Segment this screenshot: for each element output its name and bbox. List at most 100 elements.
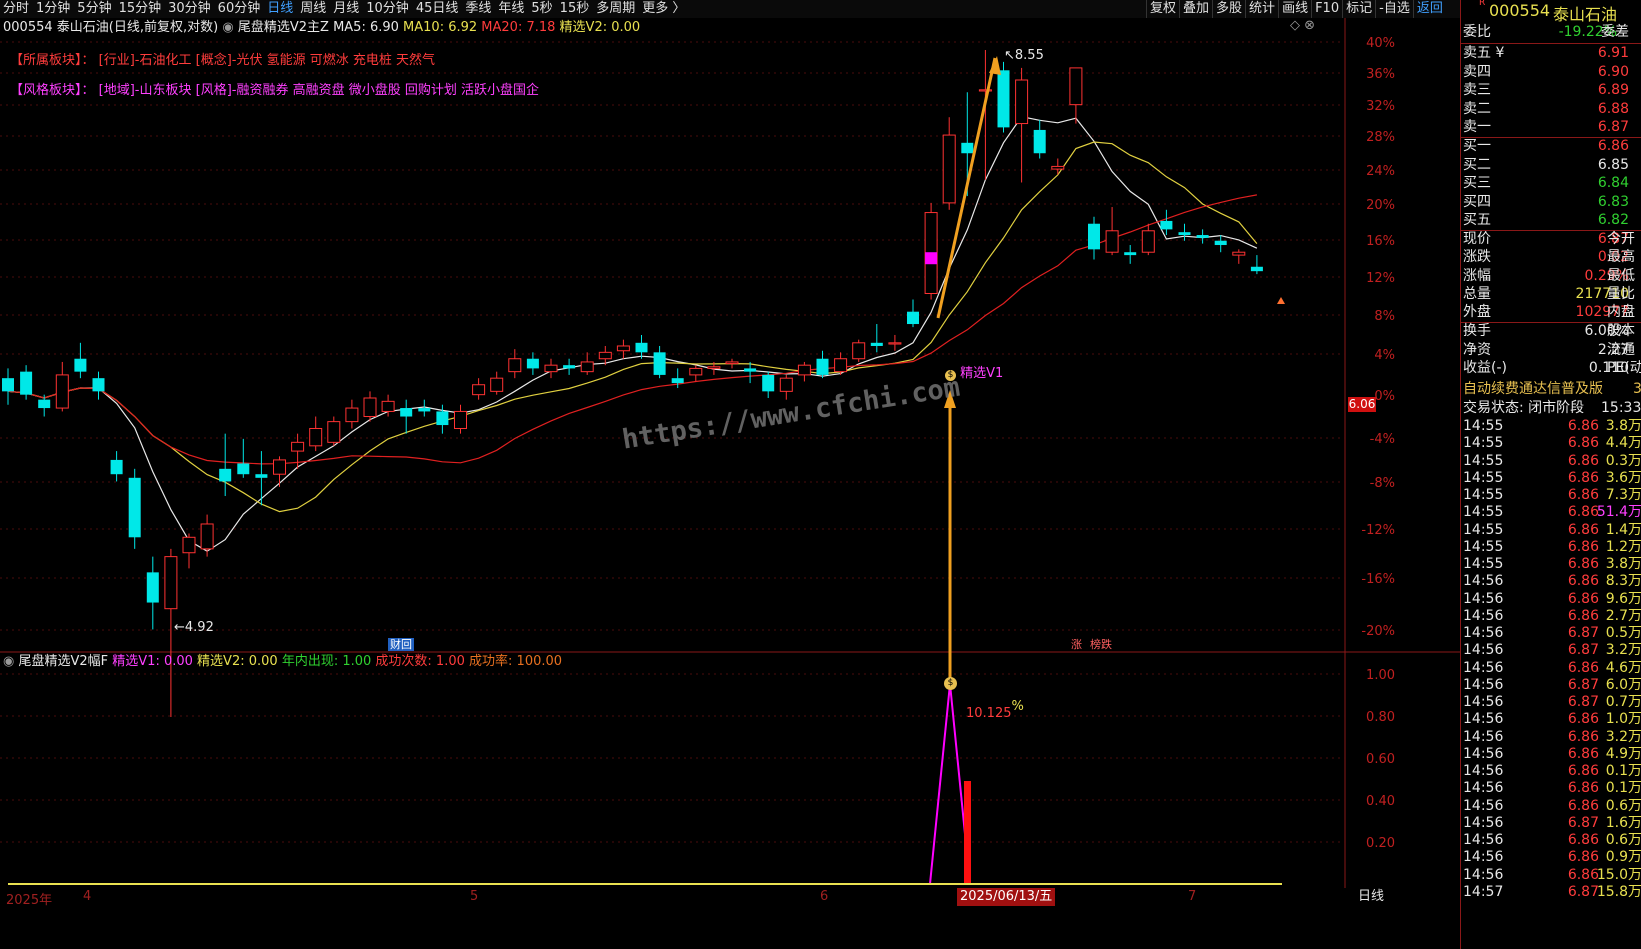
- tick-volume: 4.9万: [1605, 745, 1641, 762]
- candles: [2, 50, 1263, 718]
- tick-time: 14:55: [1463, 469, 1504, 486]
- candle-body: [436, 411, 449, 426]
- sector-text[interactable]: [行业]-石油化工 [概念]-光伏 氢能源 可燃冰 充电桩 天然气: [99, 53, 435, 68]
- tick-volume: 7.3万: [1605, 487, 1641, 503]
- toolbar-button[interactable]: 叠加: [1179, 0, 1212, 18]
- ma-lines: [7, 116, 1258, 552]
- tick-price: 6.86: [1567, 780, 1599, 797]
- candle-body: [1141, 230, 1155, 253]
- tick-volume: 4.6万: [1605, 659, 1641, 676]
- buy-label: 买二: [1463, 156, 1491, 173]
- tick-row: 14:56 6.86 0.9万: [1461, 849, 1641, 867]
- ma10-line: [7, 141, 1258, 513]
- candle: [2, 368, 14, 405]
- period-tab[interactable]: 15分钟: [116, 0, 166, 18]
- banner[interactable]: 自动续费通达信普及版 3: [1461, 380, 1641, 399]
- tick-time: 14:56: [1463, 642, 1504, 659]
- period-tab[interactable]: 5秒: [528, 0, 556, 18]
- tick-row: 14:55 6.86 51.4万: [1461, 504, 1641, 522]
- rank-tag[interactable]: 榜跌: [1090, 638, 1112, 651]
- candle-body: [563, 365, 576, 369]
- toolbar-button[interactable]: 复权: [1146, 0, 1179, 18]
- candle-body: [598, 351, 612, 360]
- candle-body: [110, 459, 123, 475]
- period-tab[interactable]: 15秒: [557, 0, 594, 18]
- period-tab[interactable]: 60分钟: [215, 0, 265, 18]
- period-tab[interactable]: 月线: [330, 0, 363, 18]
- tick-price: 6.86: [1567, 538, 1599, 555]
- period-tab[interactable]: 多周期: [593, 0, 639, 18]
- toolbar-button[interactable]: F10: [1311, 0, 1342, 18]
- candle-body: [526, 358, 539, 369]
- pct-label: 10.125%: [966, 699, 1024, 721]
- indicator-name[interactable]: 尾盘精选V2主Z: [238, 20, 329, 35]
- period-tab[interactable]: 45日线: [413, 0, 463, 18]
- weibi-row: 委比 -19.22% 委差: [1463, 24, 1629, 40]
- tick-price: 6.86: [1567, 487, 1599, 503]
- buy-row: 买二 6.85: [1461, 156, 1641, 175]
- period-tab[interactable]: 5分钟: [74, 0, 115, 18]
- buy-label: 买五: [1463, 212, 1491, 228]
- pct-tick: 8%: [1374, 309, 1395, 324]
- tick-row: 14:56 6.86 4.6万: [1461, 660, 1641, 678]
- candle-body: [1069, 67, 1083, 106]
- period-tab[interactable]: 年线: [495, 0, 528, 18]
- candle: [725, 358, 739, 369]
- up-tag[interactable]: 涨: [1071, 638, 1082, 651]
- period-tab[interactable]: 更多 〉: [639, 0, 689, 18]
- period-tab[interactable]: 季线: [462, 0, 495, 18]
- tick-volume: 2.7万: [1605, 607, 1641, 624]
- tick-time: 14:55: [1463, 521, 1504, 538]
- candle: [219, 433, 232, 497]
- period-tab[interactable]: 10分钟: [363, 0, 413, 18]
- toolbar-button[interactable]: 统计: [1245, 0, 1278, 18]
- period-tab[interactable]: 日线: [264, 0, 297, 18]
- candle: [146, 556, 159, 630]
- trade-state: 交易状态: 闭市阶段 15:33: [1463, 400, 1641, 416]
- tick-price: 6.87: [1567, 814, 1599, 831]
- tick-time: 14:56: [1463, 849, 1504, 866]
- chart-corner-icons[interactable]: ◇ ⊗: [1290, 18, 1315, 33]
- toolbar-button[interactable]: 标记: [1342, 0, 1375, 18]
- kline-chart[interactable]: 40%36%32%28%24%20%16%12%8%4%-4%-8%-12%-1…: [0, 18, 1460, 949]
- sub-chart: [8, 683, 1282, 885]
- candle-body: [345, 407, 359, 423]
- period-tab[interactable]: 周线: [297, 0, 330, 18]
- collapse-icon[interactable]: ◉: [222, 20, 233, 35]
- candle-body: [744, 368, 757, 372]
- candle: [20, 365, 33, 400]
- tick-price: 6.86: [1567, 849, 1599, 866]
- candle-body: [1160, 220, 1173, 230]
- stat-row: 现价 6.87 今开: [1461, 230, 1641, 249]
- toolbar-button[interactable]: -自选: [1375, 0, 1413, 18]
- pct-tick: -12%: [1361, 523, 1395, 538]
- moneybag-icon: $: [944, 677, 957, 690]
- candle-body: [580, 361, 594, 373]
- candle-body: [1196, 235, 1209, 238]
- period-tab[interactable]: 1分钟: [33, 0, 74, 18]
- collapse-icon[interactable]: ◉: [3, 654, 14, 669]
- day-button[interactable]: 日线: [1358, 888, 1384, 906]
- candle-body: [508, 358, 522, 373]
- pct-tick: -20%: [1361, 624, 1395, 639]
- tick-volume: 9.6万: [1605, 590, 1641, 607]
- tick-price: 6.86: [1567, 866, 1599, 883]
- tick-row: 14:57 6.87 15.8万: [1461, 884, 1641, 902]
- period-tab[interactable]: 30分钟: [165, 0, 215, 18]
- sub-indicator-name[interactable]: 尾盘精选V2幅F: [18, 654, 108, 669]
- back-button[interactable]: 返回: [1412, 0, 1446, 18]
- low-price-label: ←4.92: [174, 620, 214, 635]
- period-tab[interactable]: 分时: [0, 0, 33, 18]
- candle-body: [1088, 223, 1100, 250]
- style-text[interactable]: [地域]-山东板块 [风格]-融资融券 高融资盘 微小盘股 回购计划 活跃小盘国…: [99, 83, 539, 98]
- finance-tag[interactable]: 财回: [388, 638, 414, 651]
- candle-body: [762, 374, 775, 392]
- pct-tick: 16%: [1366, 234, 1395, 249]
- toolbar-button[interactable]: 多股: [1212, 0, 1245, 18]
- tick-volume: 3.2万: [1605, 642, 1641, 659]
- tick-price: 6.87: [1567, 625, 1599, 641]
- stat2-right-label: PE(动): [1607, 360, 1641, 376]
- stat2-label: 换手: [1463, 323, 1491, 339]
- tick-time: 14:56: [1463, 780, 1504, 797]
- toolbar-button[interactable]: 画线: [1278, 0, 1311, 18]
